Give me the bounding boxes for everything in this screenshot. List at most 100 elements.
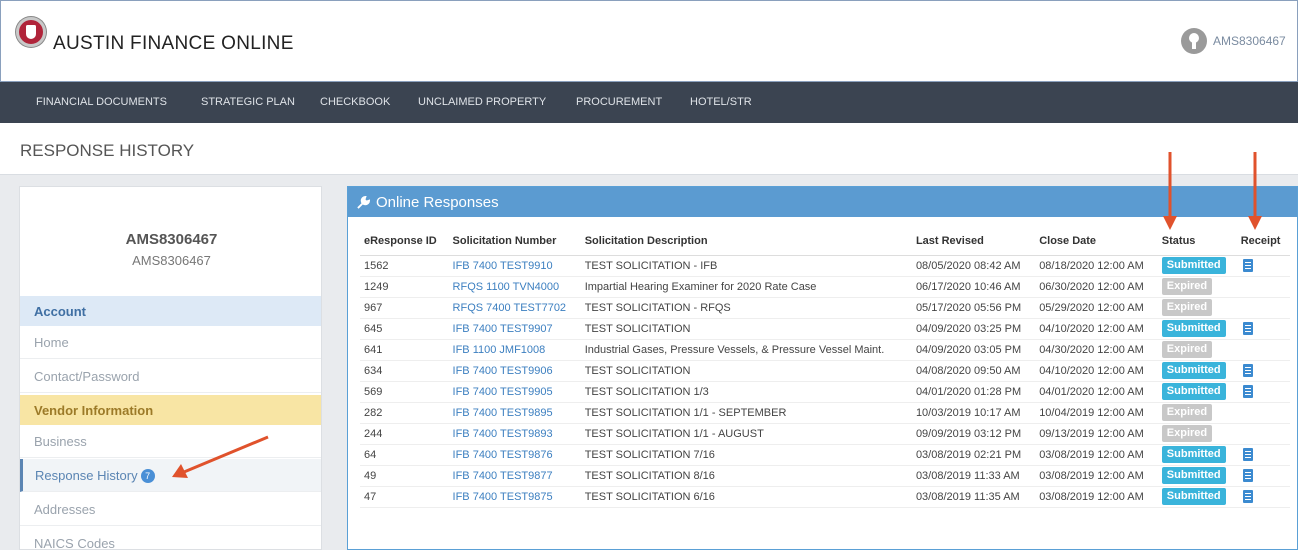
col-eresponse-id[interactable]: eResponse ID <box>360 233 449 256</box>
cell-receipt <box>1236 444 1290 466</box>
receipt-icon[interactable] <box>1242 363 1253 377</box>
status-badge: Expired <box>1161 299 1213 316</box>
cell-solicitation-description: TEST SOLICITATION - RFQS <box>580 297 912 319</box>
col-status[interactable]: Status <box>1157 233 1237 256</box>
wrench-icon <box>357 196 370 209</box>
cell-eresponse-id: 645 <box>360 318 449 340</box>
cell-close-date: 04/10/2020 12:00 AM <box>1035 360 1158 382</box>
cell-close-date: 08/18/2020 12:00 AM <box>1035 255 1158 277</box>
solicitation-link[interactable]: IFB 7400 TEST9907 <box>453 323 553 335</box>
table-row: 64 IFB 7400 TEST9876 TEST SOLICITATION 7/1… <box>360 444 1290 466</box>
panel-header: Online Responses <box>348 187 1297 217</box>
table-row: 1562 IFB 7400 TEST9910 TEST SOLICITATION -… <box>360 255 1290 277</box>
nav-financial-documents[interactable]: FINANCIAL DOCUMENTS <box>36 96 167 108</box>
cell-status: Submitted <box>1157 486 1237 508</box>
cell-close-date: 03/08/2019 12:00 AM <box>1035 486 1158 508</box>
cell-last-revised: 04/09/2020 03:25 PM <box>911 318 1036 340</box>
nav-checkbook[interactable]: CHECKBOOK <box>320 96 390 108</box>
sidebar-item-naics-codes[interactable]: NAICS Codes <box>20 527 321 549</box>
table-row: 967 RFQS 7400 TEST7702 TEST SOLICITATION -… <box>360 297 1290 319</box>
sidebar-item-contact-password[interactable]: Contact/Password <box>20 360 321 393</box>
cell-last-revised: 03/08/2019 11:35 AM <box>911 486 1036 508</box>
col-solicitation-number[interactable]: Solicitation Number <box>448 233 581 256</box>
nav-procurement[interactable]: PROCUREMENT <box>576 96 662 108</box>
solicitation-link[interactable]: IFB 7400 TEST9875 <box>453 491 553 503</box>
user-name[interactable]: AMS8306467 <box>1213 34 1286 48</box>
nav-strategic-plan[interactable]: STRATEGIC PLAN <box>201 96 295 108</box>
cell-last-revised: 04/09/2020 03:05 PM <box>911 339 1036 361</box>
solicitation-link[interactable]: IFB 7400 TEST9895 <box>453 407 553 419</box>
col-last-revised[interactable]: Last Revised <box>911 233 1036 256</box>
solicitation-link[interactable]: IFB 7400 TEST9906 <box>453 365 553 377</box>
cell-solicitation-number: IFB 7400 TEST9875 <box>448 486 581 508</box>
nav-hotel-str[interactable]: HOTEL/STR <box>690 96 752 108</box>
cell-solicitation-number: IFB 7400 TEST9895 <box>448 402 581 424</box>
solicitation-link[interactable]: RFQS 1100 TVN4000 <box>453 281 560 293</box>
col-solicitation-description[interactable]: Solicitation Description <box>580 233 912 256</box>
cell-solicitation-description: TEST SOLICITATION <box>580 360 912 382</box>
table-row: 282 IFB 7400 TEST9895 TEST SOLICITATION 1/… <box>360 402 1290 424</box>
receipt-icon[interactable] <box>1242 321 1253 335</box>
receipt-icon[interactable] <box>1242 384 1253 398</box>
online-responses-panel: Online Responses eResponse ID Solicitati… <box>347 186 1298 550</box>
solicitation-link[interactable]: IFB 7400 TEST9876 <box>453 449 553 461</box>
sidebar: AMS8306467 AMS8306467 Account Home Conta… <box>19 186 322 550</box>
sidebar-item-addresses[interactable]: Addresses <box>20 493 321 526</box>
cell-close-date: 06/30/2020 12:00 AM <box>1035 276 1158 298</box>
cell-solicitation-number: IFB 7400 TEST9893 <box>448 423 581 445</box>
cell-eresponse-id: 1249 <box>360 276 449 298</box>
cell-receipt <box>1236 381 1290 403</box>
cell-solicitation-description: TEST SOLICITATION 1/3 <box>580 381 912 403</box>
cell-eresponse-id: 64 <box>360 444 449 466</box>
user-avatar-icon[interactable] <box>1181 28 1207 54</box>
receipt-icon[interactable] <box>1242 468 1253 482</box>
cell-close-date: 05/29/2020 12:00 AM <box>1035 297 1158 319</box>
status-badge: Submitted <box>1161 467 1226 484</box>
col-close-date[interactable]: Close Date <box>1035 233 1158 256</box>
receipt-icon[interactable] <box>1242 258 1253 272</box>
sidebar-item-home[interactable]: Home <box>20 326 321 359</box>
cell-last-revised: 04/08/2020 09:50 AM <box>911 360 1036 382</box>
cell-last-revised: 06/17/2020 10:46 AM <box>911 276 1036 298</box>
receipt-icon[interactable] <box>1242 489 1253 503</box>
cell-close-date: 03/08/2019 12:00 AM <box>1035 444 1158 466</box>
solicitation-link[interactable]: IFB 7400 TEST9877 <box>453 470 553 482</box>
cell-eresponse-id: 49 <box>360 465 449 487</box>
cell-solicitation-number: IFB 1100 JMF1008 <box>448 339 581 361</box>
status-badge: Submitted <box>1161 446 1226 463</box>
cell-solicitation-number: IFB 7400 TEST9905 <box>448 381 581 403</box>
cell-close-date: 04/01/2020 12:00 AM <box>1035 381 1158 403</box>
table-row: 569 IFB 7400 TEST9905 TEST SOLICITATION 1/… <box>360 381 1290 403</box>
status-badge: Submitted <box>1161 257 1226 274</box>
nav-unclaimed-property[interactable]: UNCLAIMED PROPERTY <box>418 96 546 108</box>
col-receipt[interactable]: Receipt <box>1236 233 1290 256</box>
cell-receipt <box>1236 402 1290 424</box>
cell-solicitation-number: RFQS 7400 TEST7702 <box>448 297 581 319</box>
cell-status: Expired <box>1157 339 1237 361</box>
sidebar-item-response-history[interactable]: Response History 7 <box>20 459 321 492</box>
solicitation-link[interactable]: IFB 7400 TEST9905 <box>453 386 553 398</box>
cell-status: Submitted <box>1157 465 1237 487</box>
page-title: RESPONSE HISTORY <box>20 141 195 160</box>
sidebar-item-business[interactable]: Business <box>20 425 321 458</box>
cell-status: Submitted <box>1157 255 1237 277</box>
solicitation-link[interactable]: IFB 1100 JMF1008 <box>453 344 546 356</box>
top-header: AUSTIN FINANCE ONLINE AMS8306467 <box>0 0 1298 82</box>
cell-close-date: 09/13/2019 12:00 AM <box>1035 423 1158 445</box>
cell-last-revised: 03/08/2019 02:21 PM <box>911 444 1036 466</box>
app-title[interactable]: AUSTIN FINANCE ONLINE <box>53 33 294 55</box>
solicitation-link[interactable]: IFB 7400 TEST9910 <box>453 260 553 272</box>
receipt-icon[interactable] <box>1242 447 1253 461</box>
cell-receipt <box>1236 276 1290 298</box>
cell-status: Submitted <box>1157 360 1237 382</box>
cell-solicitation-description: TEST SOLICITATION - IFB <box>580 255 912 277</box>
cell-status: Submitted <box>1157 318 1237 340</box>
cell-eresponse-id: 634 <box>360 360 449 382</box>
cell-eresponse-id: 244 <box>360 423 449 445</box>
profile-id: AMS8306467 <box>132 253 211 268</box>
status-badge: Expired <box>1161 404 1213 421</box>
cell-status: Expired <box>1157 276 1237 298</box>
solicitation-link[interactable]: RFQS 7400 TEST7702 <box>453 302 567 314</box>
city-seal-icon[interactable] <box>16 17 46 47</box>
solicitation-link[interactable]: IFB 7400 TEST9893 <box>453 428 553 440</box>
